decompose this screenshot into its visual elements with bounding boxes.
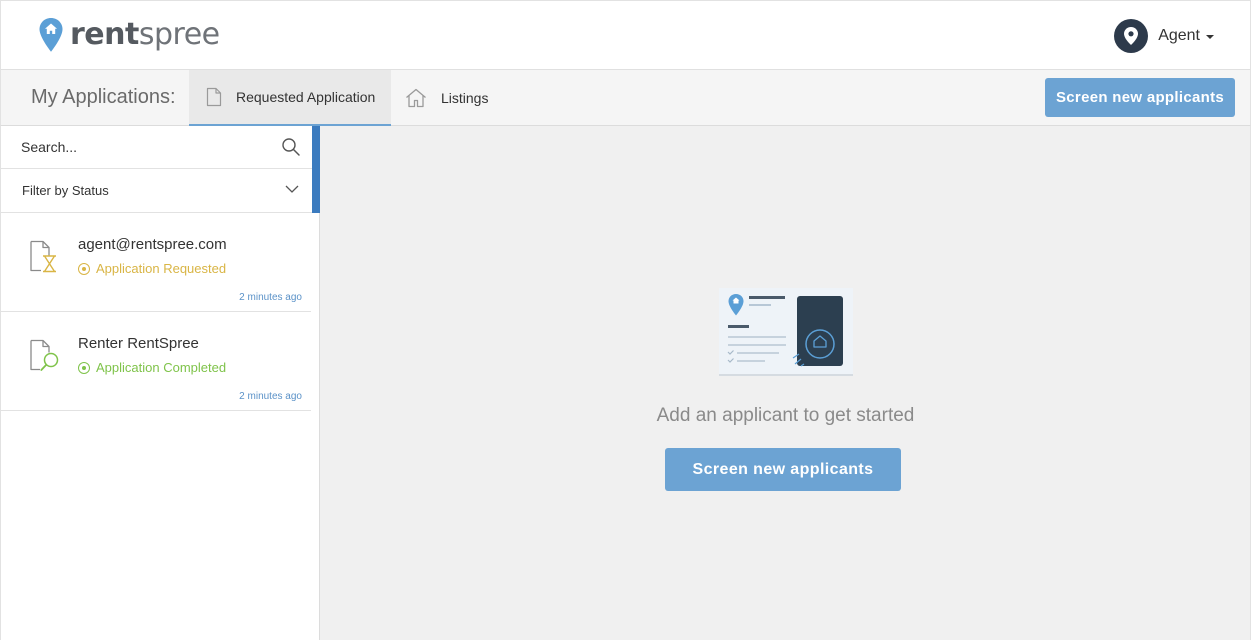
status-dot-icon bbox=[78, 361, 90, 374]
filter-label: Filter by Status bbox=[22, 183, 109, 198]
status-text: Application Completed bbox=[96, 360, 227, 375]
status-badge: Application Requested bbox=[78, 261, 226, 276]
timestamp: 2 minutes ago bbox=[239, 391, 302, 402]
tab-requested-application[interactable]: Requested Application bbox=[189, 70, 391, 126]
status-badge: Application Completed bbox=[78, 360, 226, 375]
rentspree-logo[interactable]: rentspree bbox=[38, 17, 220, 53]
user-name: Agent bbox=[1158, 27, 1200, 44]
accent-bar bbox=[312, 126, 320, 169]
caret-down-icon bbox=[1206, 35, 1214, 39]
tab-listings[interactable]: Listings bbox=[391, 70, 501, 126]
hourglass-document-icon bbox=[30, 240, 56, 273]
search-bar bbox=[1, 126, 320, 169]
status-filter-dropdown[interactable]: Filter by Status bbox=[1, 169, 320, 213]
top-header: rentspree Agent bbox=[0, 0, 1251, 70]
page-title: My Applications: bbox=[31, 86, 176, 108]
logo-rent: rent bbox=[70, 17, 139, 52]
applications-sidebar: Filter by Status agent@rentspree.com App… bbox=[0, 126, 320, 640]
search-document-icon bbox=[30, 339, 59, 371]
chevron-down-icon bbox=[285, 185, 299, 193]
screen-new-applicants-button[interactable]: Screen new applicants bbox=[1045, 78, 1235, 117]
location-pin-icon bbox=[1124, 27, 1139, 45]
house-icon bbox=[406, 88, 426, 108]
application-illustration-icon bbox=[719, 288, 853, 376]
list-item[interactable]: agent@rentspree.com Application Requeste… bbox=[1, 213, 311, 312]
applications-navbar: My Applications: Requested Application L… bbox=[0, 70, 1251, 126]
avatar bbox=[1114, 19, 1149, 53]
tab-label: Listings bbox=[441, 90, 489, 106]
logo-wordmark: rentspree bbox=[70, 17, 220, 53]
logo-spree: spree bbox=[138, 17, 220, 52]
list-item[interactable]: Renter RentSpree Application Completed 2… bbox=[1, 312, 311, 411]
applicant-name: agent@rentspree.com bbox=[78, 236, 227, 253]
accent-bar bbox=[312, 169, 320, 213]
search-input[interactable] bbox=[21, 139, 271, 155]
document-icon bbox=[206, 87, 222, 107]
timestamp: 2 minutes ago bbox=[239, 292, 302, 303]
status-dot-icon bbox=[78, 262, 90, 275]
search-icon[interactable] bbox=[281, 137, 301, 157]
empty-state-message: Add an applicant to get started bbox=[656, 405, 915, 426]
screen-new-applicants-button[interactable]: Screen new applicants bbox=[665, 448, 901, 491]
location-pin-icon bbox=[39, 18, 63, 52]
main-panel: Add an applicant to get started Screen n… bbox=[320, 126, 1251, 640]
tab-label: Requested Application bbox=[236, 89, 376, 105]
status-text: Application Requested bbox=[96, 261, 227, 276]
user-menu[interactable]: Agent bbox=[1114, 19, 1214, 53]
applicant-name: Renter RentSpree bbox=[78, 335, 199, 352]
